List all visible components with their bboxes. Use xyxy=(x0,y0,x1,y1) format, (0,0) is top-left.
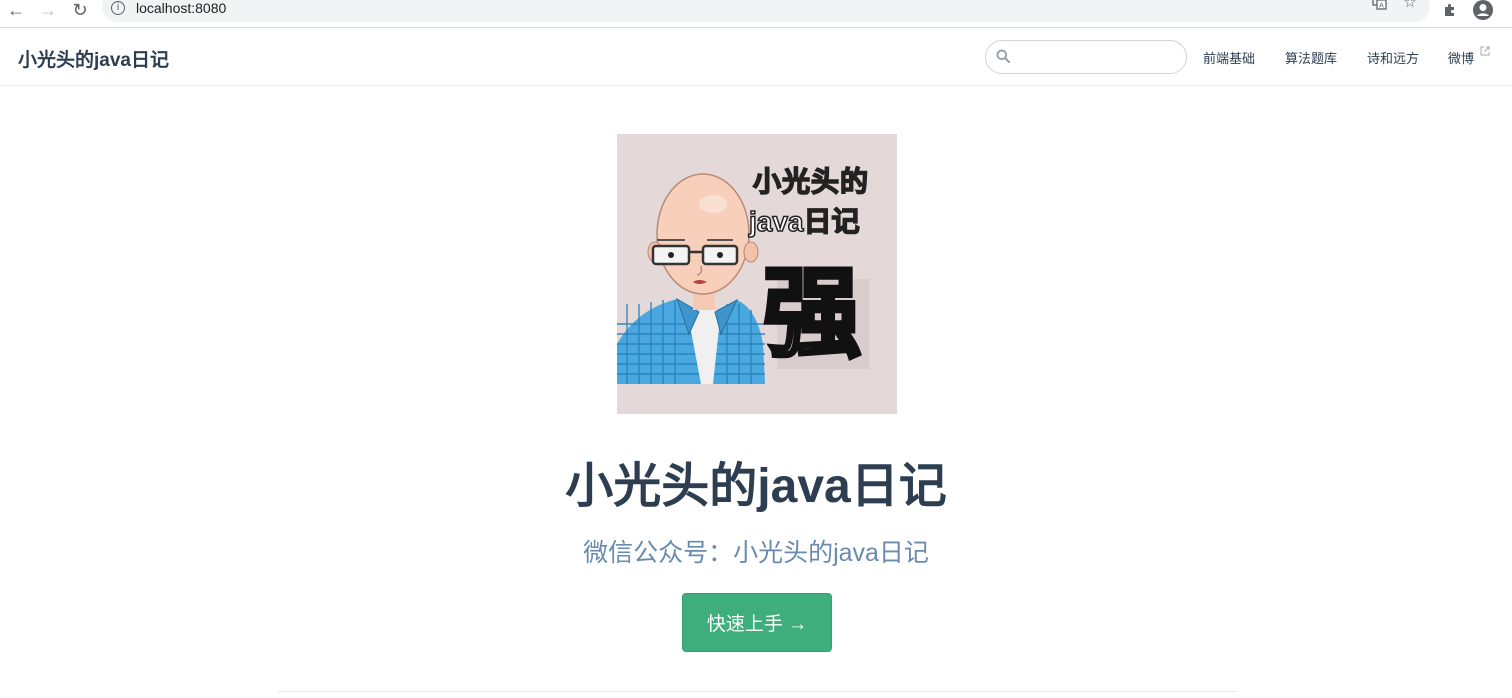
site-info-icon[interactable]: i xyxy=(111,1,125,15)
content-divider xyxy=(277,691,1237,692)
image-caption-line1: 小光头的 xyxy=(752,165,870,198)
bookmark-star-icon[interactable]: ☆ xyxy=(1400,0,1420,12)
get-started-button[interactable]: 快速上手 → xyxy=(682,593,832,652)
back-arrow-icon[interactable]: ← xyxy=(4,0,28,20)
site-name-link[interactable]: 小光头的java日记 xyxy=(18,45,169,72)
translate-icon[interactable]: A xyxy=(1369,0,1389,12)
hero-description: 微信公众号：小光头的java日记 xyxy=(583,539,929,567)
nav-link-weibo-label: 微博 xyxy=(1448,51,1475,66)
nav-link-poetry[interactable]: 诗和远方 xyxy=(1367,48,1419,67)
forward-arrow-icon[interactable]: → xyxy=(36,0,60,20)
address-bar[interactable]: i localhost:8080 A ☆ xyxy=(102,0,1430,22)
search-input[interactable] xyxy=(1018,47,1178,69)
nav-link-frontend[interactable]: 前端基础 xyxy=(1203,48,1255,67)
profile-avatar-icon[interactable] xyxy=(1472,0,1494,20)
search-box[interactable] xyxy=(985,40,1187,74)
nav-link-weibo[interactable]: 微博 xyxy=(1448,46,1490,67)
hero-image: 小光头的 java日记 强 xyxy=(617,134,897,414)
reload-icon[interactable]: ↻ xyxy=(68,0,92,20)
extensions-icon[interactable] xyxy=(1440,0,1460,20)
url-text[interactable]: localhost:8080 xyxy=(136,0,226,16)
hero-title: 小光头的java日记 xyxy=(565,460,947,513)
external-link-icon xyxy=(1480,46,1490,56)
image-big-character: 强 xyxy=(761,258,863,368)
search-icon xyxy=(996,49,1010,63)
image-caption-line2: java日记 xyxy=(748,205,860,238)
browser-toolbar: ← → ↻ i localhost:8080 A ☆ xyxy=(0,0,1512,28)
nav-link-algorithms[interactable]: 算法题库 xyxy=(1285,48,1337,67)
svg-text:A: A xyxy=(1379,1,1384,9)
site-navbar: 小光头的java日记 前端基础 算法题库 诗和远方 微博 xyxy=(0,28,1512,86)
